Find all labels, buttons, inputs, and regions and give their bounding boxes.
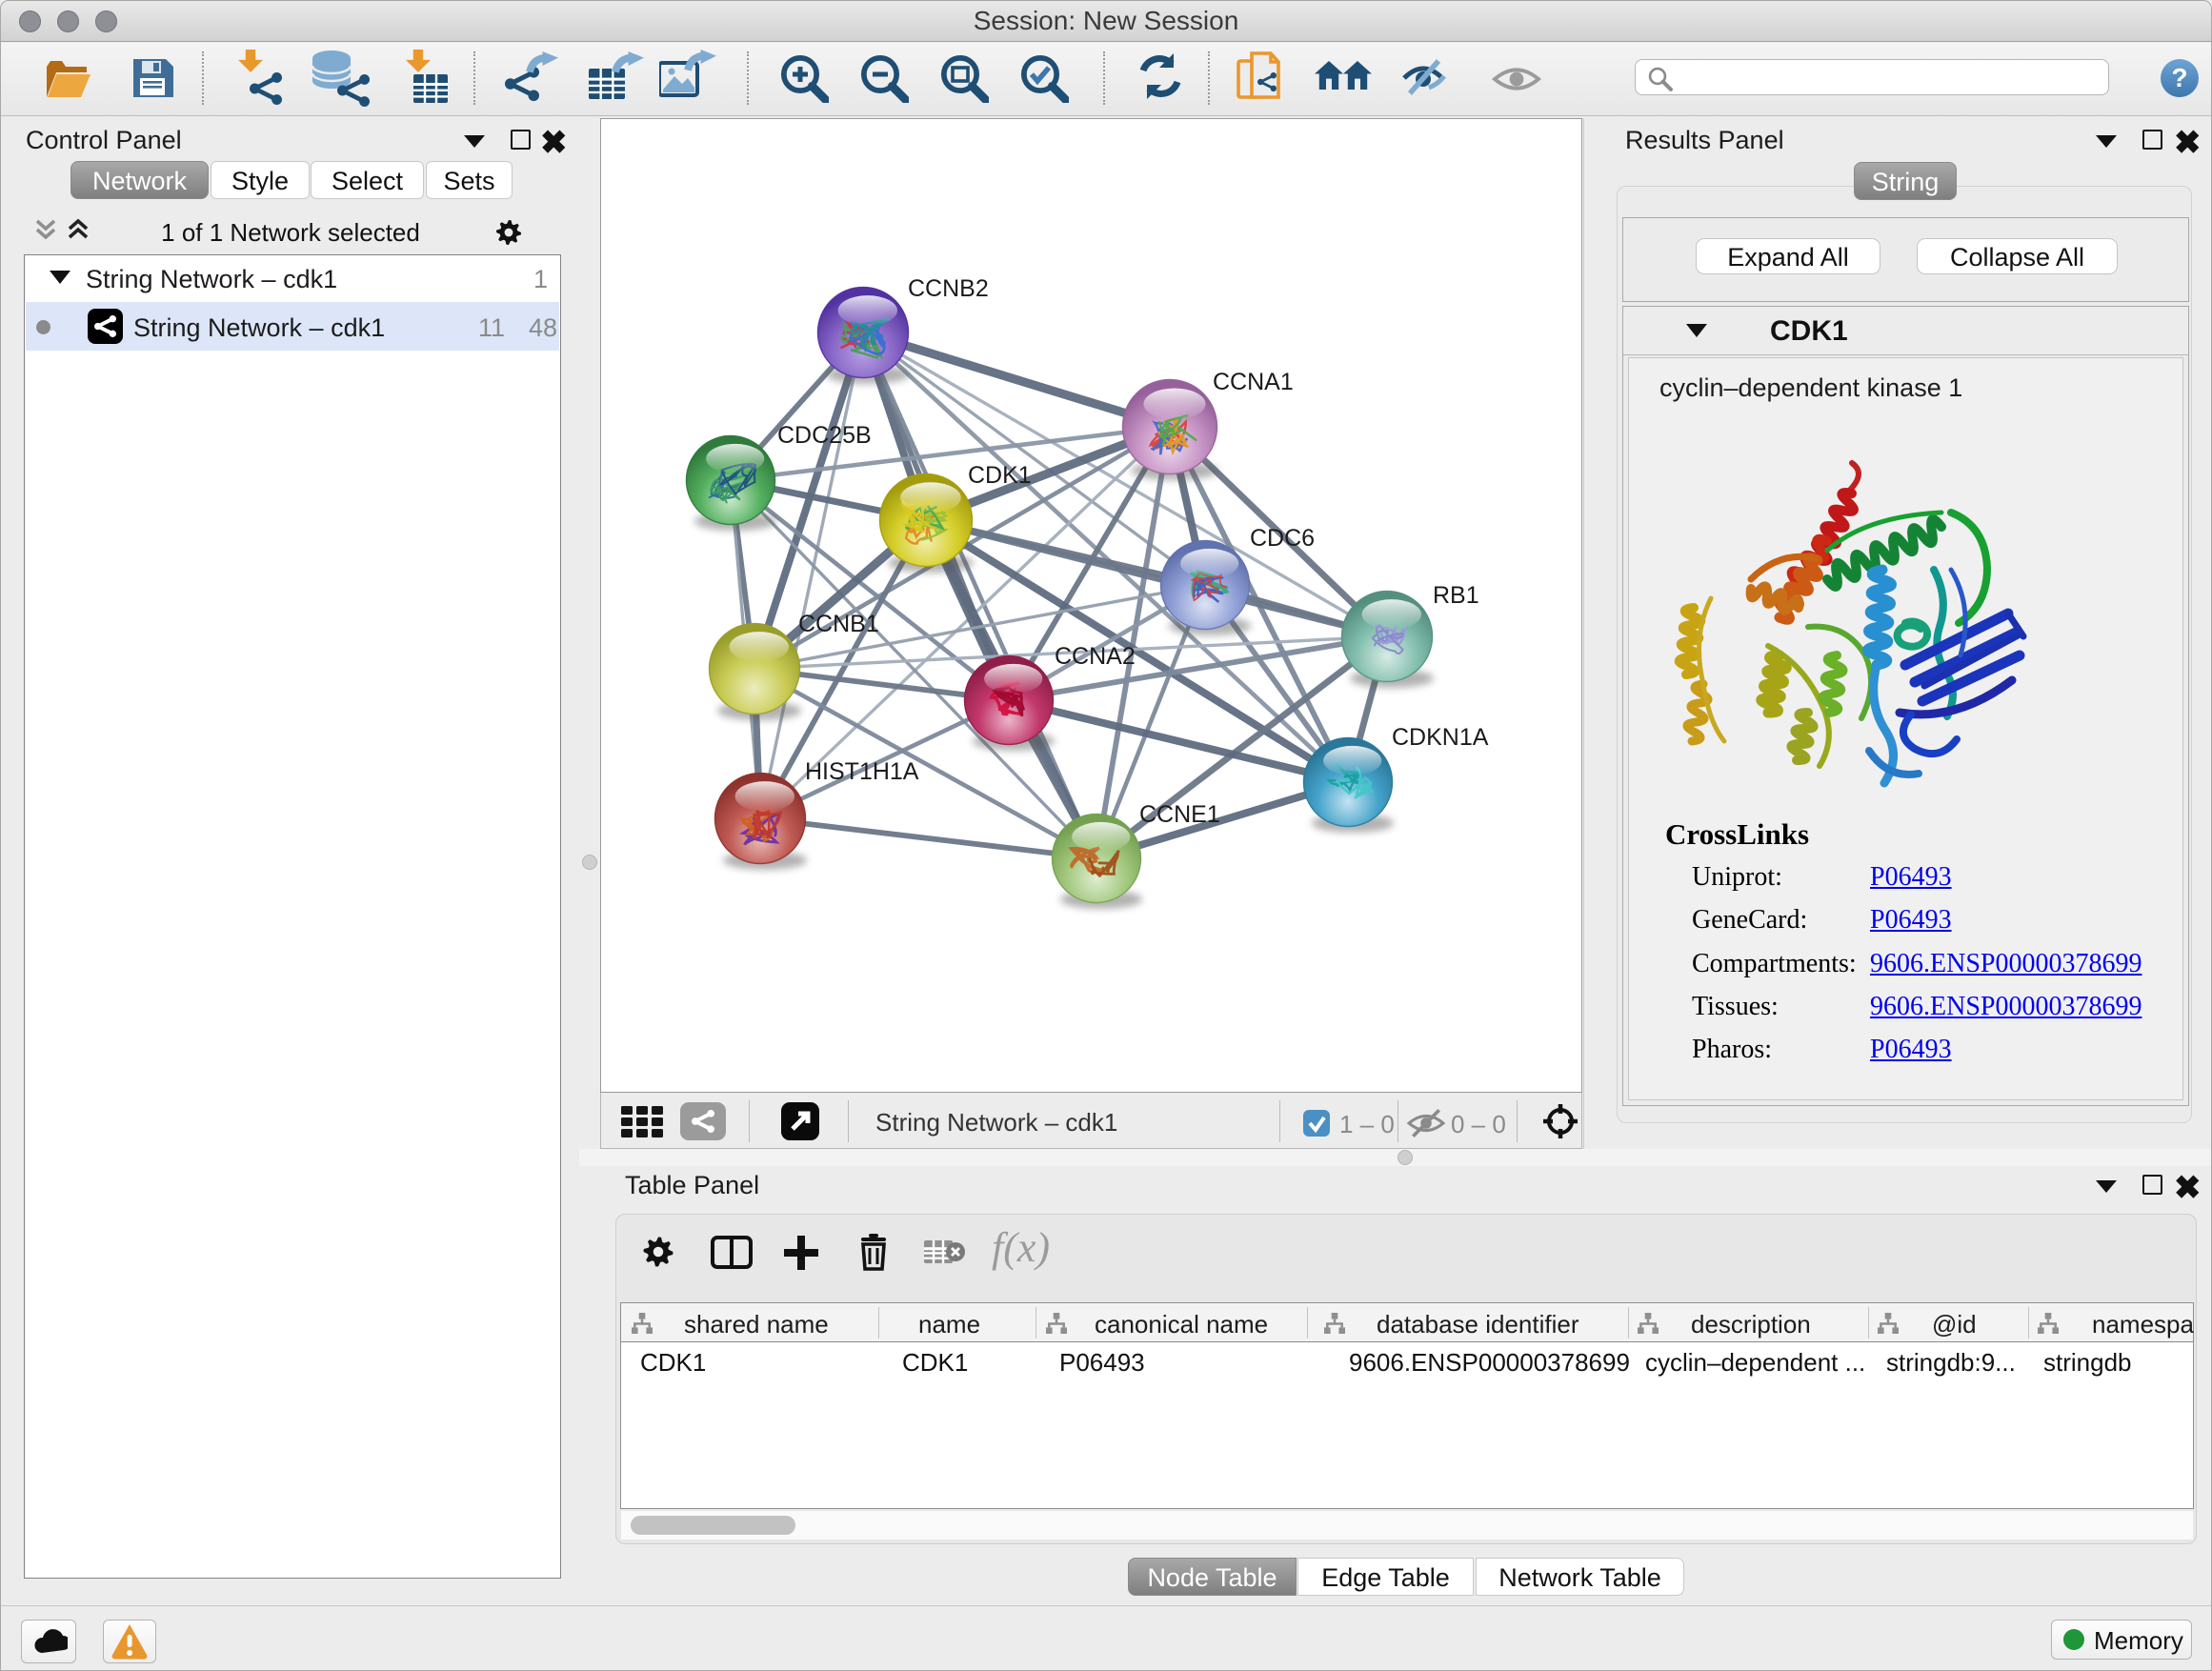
svg-text:CDKN1A: CDKN1A	[1392, 724, 1489, 751]
svg-text:CCNA2: CCNA2	[1055, 643, 1136, 670]
svg-text:CCNE1: CCNE1	[1139, 801, 1220, 828]
svg-text:CCNB2: CCNB2	[908, 275, 989, 302]
svg-text:RB1: RB1	[1433, 582, 1479, 609]
svg-text:HIST1H1A: HIST1H1A	[805, 758, 919, 785]
svg-text:CDK1: CDK1	[968, 462, 1032, 489]
svg-text:CDC6: CDC6	[1250, 525, 1315, 552]
svg-text:CCNA1: CCNA1	[1213, 369, 1294, 395]
svg-text:CDC25B: CDC25B	[777, 422, 872, 449]
svg-text:CCNB1: CCNB1	[798, 611, 879, 637]
